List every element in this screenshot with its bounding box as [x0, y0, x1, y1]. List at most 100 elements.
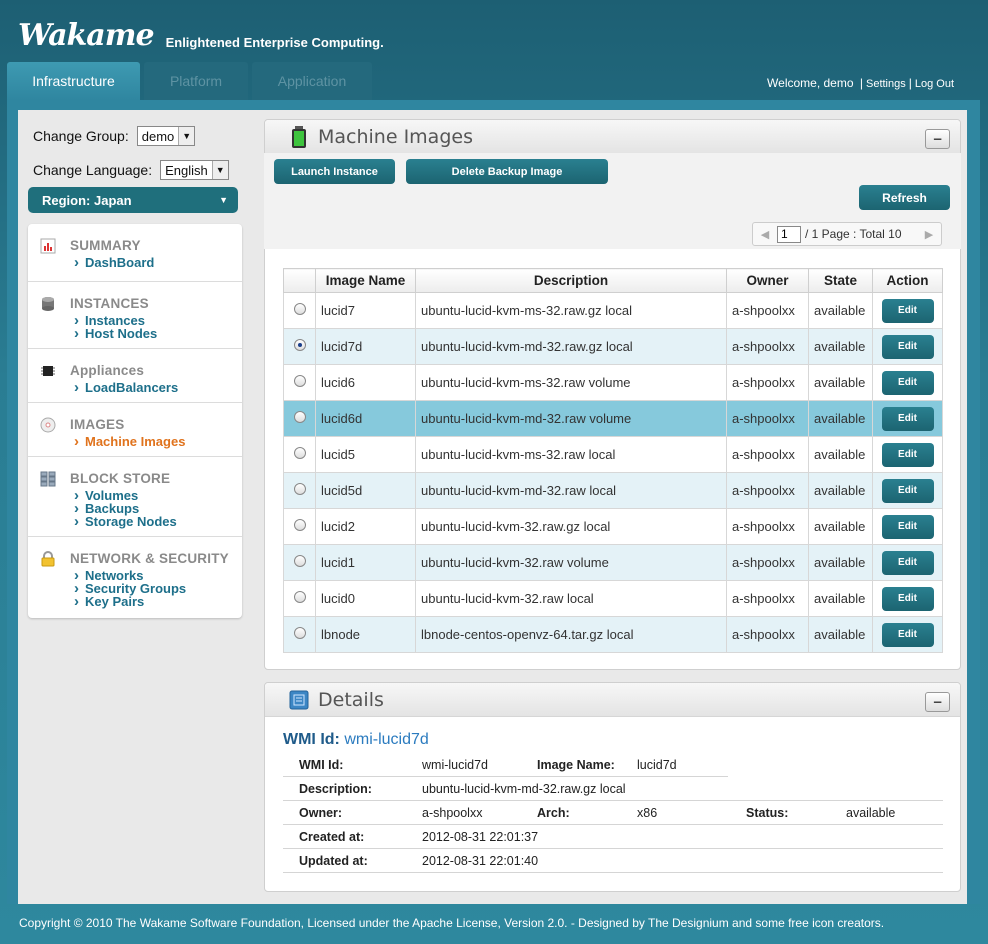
cell-state: available — [808, 616, 873, 653]
cell-image-name: lucid7 — [315, 292, 416, 329]
nav-section-network-security: NETWORK & SECURITY Networks Security Gro… — [28, 537, 242, 618]
row-radio[interactable] — [293, 555, 306, 567]
edit-button[interactable]: Edit — [881, 550, 934, 575]
row-radio[interactable] — [293, 591, 306, 603]
sidebar-item-host-nodes[interactable]: Host Nodes — [74, 327, 157, 340]
cell-owner: a-shpoolxx — [726, 364, 809, 401]
table-row[interactable]: lucid5 ubuntu-lucid-kvm-ms-32.raw local a-… — [283, 436, 943, 473]
edit-button[interactable]: Edit — [881, 406, 934, 431]
row-radio[interactable] — [293, 483, 306, 495]
next-page-icon[interactable]: ▶ — [917, 228, 941, 241]
column-header-image-name[interactable]: Image Name — [315, 268, 416, 293]
edit-button[interactable]: Edit — [881, 442, 934, 467]
cell-action: Edit — [872, 580, 943, 617]
row-radio[interactable] — [293, 339, 306, 351]
nav-title-network-security: NETWORK & SECURITY — [70, 551, 229, 566]
row-radio[interactable] — [293, 303, 306, 315]
cell-image-name: lbnode — [315, 616, 416, 653]
tab-platform[interactable]: Platform — [144, 62, 248, 100]
row-radio[interactable] — [293, 519, 306, 531]
table-row[interactable]: lucid5d ubuntu-lucid-kvm-md-32.raw local a… — [283, 472, 943, 509]
change-language-row: Change Language: English ▼ — [33, 160, 229, 180]
nav-title-instances: INSTANCES — [70, 296, 149, 311]
sidebar-nav: SUMMARY DashBoard INSTANCES Instances Ho… — [28, 224, 242, 618]
table-row[interactable]: lucid7 ubuntu-lucid-kvm-ms-32.raw.gz loca… — [283, 292, 943, 329]
edit-button[interactable]: Edit — [881, 514, 934, 539]
created-value: 2012-08-31 22:01:37 — [422, 830, 539, 844]
details-heading-label: WMI Id: — [283, 731, 340, 748]
column-header-action: Action — [872, 268, 943, 293]
row-radio[interactable] — [293, 447, 306, 459]
refresh-button[interactable]: Refresh — [859, 185, 950, 210]
column-header-state[interactable]: State — [808, 268, 873, 293]
change-language-value: English — [165, 162, 208, 178]
sidebar-item-key-pairs[interactable]: Key Pairs — [74, 595, 186, 608]
collapse-button[interactable]: − — [925, 129, 950, 149]
change-group-value: demo — [141, 128, 175, 144]
cell-action: Edit — [872, 292, 943, 329]
table-row[interactable]: lbnode lbnode-centos-openvz-64.tar.gz loc… — [283, 616, 943, 653]
table-row[interactable]: lucid2 ubuntu-lucid-kvm-32.raw.gz local a-… — [283, 508, 943, 545]
column-header-owner[interactable]: Owner — [726, 268, 809, 293]
cell-image-name: lucid2 — [315, 508, 416, 545]
edit-button[interactable]: Edit — [881, 586, 934, 611]
table-row[interactable]: lucid6 ubuntu-lucid-kvm-ms-32.raw volume a… — [283, 364, 943, 401]
cell-description: ubuntu-lucid-kvm-32.raw local — [415, 580, 727, 617]
cell-state: available — [808, 328, 873, 365]
disc-icon — [40, 417, 56, 433]
settings-link[interactable]: Settings — [866, 78, 906, 90]
edit-button[interactable]: Edit — [881, 298, 934, 323]
tab-application[interactable]: Application — [252, 62, 372, 100]
table-row[interactable]: lucid6d ubuntu-lucid-kvm-md-32.raw volume… — [283, 400, 943, 437]
table-row[interactable]: lucid7d ubuntu-lucid-kvm-md-32.raw.gz loc… — [283, 328, 943, 365]
logout-link[interactable]: Log Out — [915, 78, 954, 90]
cell-description: ubuntu-lucid-kvm-ms-32.raw volume — [415, 364, 727, 401]
nav-section-appliances: Appliances LoadBalancers — [28, 349, 242, 403]
cell-state: available — [808, 436, 873, 473]
edit-button[interactable]: Edit — [881, 622, 934, 647]
row-radio[interactable] — [293, 627, 306, 639]
column-header-description[interactable]: Description — [415, 268, 727, 293]
sidebar-item-storage-nodes[interactable]: Storage Nodes — [74, 515, 177, 528]
table-row[interactable]: lucid0 ubuntu-lucid-kvm-32.raw local a-shp… — [283, 580, 943, 617]
status-label: Status: — [746, 806, 789, 820]
tab-infrastructure[interactable]: Infrastructure — [7, 62, 140, 100]
sidebar-item-dashboard[interactable]: DashBoard — [74, 256, 154, 269]
cell-description: ubuntu-lucid-kvm-md-32.raw volume — [415, 400, 727, 437]
logo[interactable]: Wakame Enlightened Enterprise Computing. — [18, 18, 384, 54]
details-heading-value: wmi-lucid7d — [344, 731, 429, 748]
row-select-cell — [283, 364, 316, 401]
lock-icon — [41, 551, 55, 567]
chart-icon — [40, 238, 56, 254]
row-select-cell — [283, 292, 316, 329]
status-value: available — [846, 806, 896, 820]
row-radio[interactable] — [293, 375, 306, 387]
cell-description: ubuntu-lucid-kvm-ms-32.raw.gz local — [415, 292, 727, 329]
page-total-text: / 1 Page : Total 10 — [805, 227, 902, 241]
launch-instance-button[interactable]: Launch Instance — [274, 159, 395, 184]
change-language-select[interactable]: English ▼ — [160, 160, 229, 180]
change-language-label: Change Language: — [33, 162, 153, 178]
page-number-input[interactable] — [777, 225, 801, 243]
edit-button[interactable]: Edit — [881, 334, 934, 359]
region-dropdown[interactable]: Region: Japan ▼ — [28, 187, 238, 213]
collapse-button[interactable]: − — [925, 692, 950, 712]
logo-wordmark: Wakame — [18, 18, 155, 53]
sidebar-item-loadbalancers[interactable]: LoadBalancers — [74, 381, 178, 394]
sidebar-item-machine-images[interactable]: Machine Images — [74, 435, 185, 448]
edit-button[interactable]: Edit — [881, 370, 934, 395]
cell-state: available — [808, 292, 873, 329]
cell-image-name: lucid7d — [315, 328, 416, 365]
row-radio[interactable] — [293, 411, 306, 423]
delete-backup-image-button[interactable]: Delete Backup Image — [406, 159, 608, 184]
change-group-select[interactable]: demo ▼ — [136, 126, 196, 146]
cell-description: lbnode-centos-openvz-64.tar.gz local — [415, 616, 727, 653]
panel-title: Machine Images — [318, 126, 473, 148]
table-row[interactable]: lucid1 ubuntu-lucid-kvm-32.raw volume a-sh… — [283, 544, 943, 581]
prev-page-icon[interactable]: ◀ — [753, 228, 777, 241]
cell-owner: a-shpoolxx — [726, 544, 809, 581]
edit-button[interactable]: Edit — [881, 478, 934, 503]
cell-description: ubuntu-lucid-kvm-ms-32.raw local — [415, 436, 727, 473]
cell-owner: a-shpoolxx — [726, 616, 809, 653]
cell-owner: a-shpoolxx — [726, 292, 809, 329]
